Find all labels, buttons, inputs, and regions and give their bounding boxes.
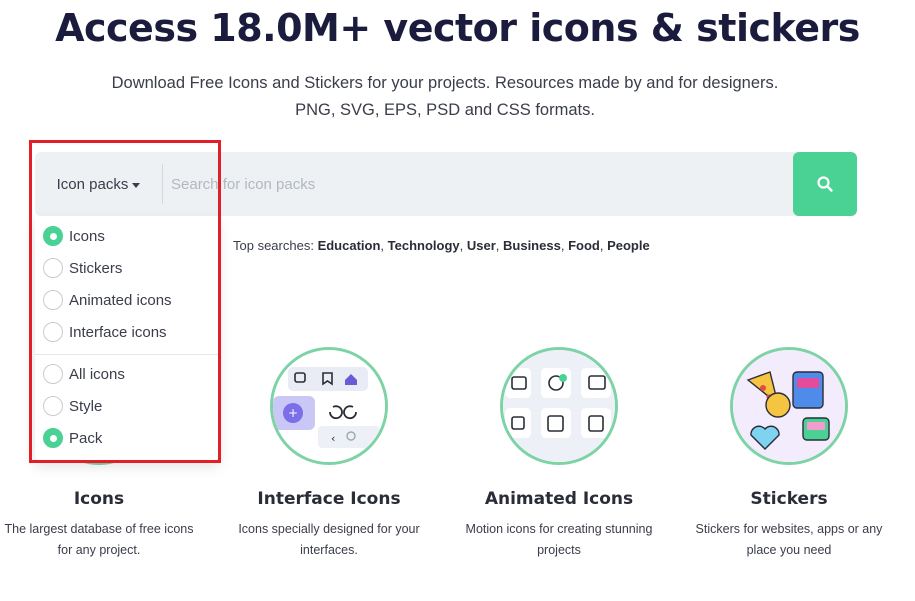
category-title-animated-icons[interactable]: Animated Icons: [444, 489, 674, 509]
top-search-link[interactable]: People: [607, 238, 650, 253]
radio-icon: [43, 396, 63, 416]
svg-text:‹: ‹: [331, 432, 335, 445]
radio-icon: [43, 322, 63, 342]
category-title-interface-icons[interactable]: Interface Icons: [214, 489, 444, 509]
interface-icons-card-image[interactable]: + ‹: [270, 347, 388, 465]
option-label: Stickers: [69, 259, 123, 277]
page-title: Access 18.0M+ vector icons & stickers: [55, 6, 860, 50]
svg-text:+: +: [288, 406, 298, 420]
top-search-link[interactable]: User: [467, 238, 496, 253]
desc-line: Stickers for websites, apps or any: [695, 522, 883, 536]
option-pack[interactable]: Pack: [43, 424, 102, 452]
search-bar: Icon packs: [35, 152, 857, 216]
desc-line: projects: [537, 543, 581, 557]
radio-icon: [43, 258, 63, 278]
subtitle-line-2: PNG, SVG, EPS, PSD and CSS formats.: [295, 101, 595, 119]
option-animated-icons[interactable]: Animated icons: [43, 286, 172, 314]
category-desc-stickers: Stickers for websites, apps or any place…: [684, 519, 894, 561]
option-stickers[interactable]: Stickers: [43, 254, 122, 282]
option-icons[interactable]: Icons: [43, 222, 105, 250]
resource-type-label: Icon packs: [56, 175, 129, 193]
option-label: Pack: [69, 429, 103, 447]
option-label: Icons: [69, 227, 105, 245]
option-label: Interface icons: [69, 323, 167, 341]
top-searches: Top searches: Education, Technology, Use…: [233, 238, 650, 253]
desc-line: The largest database of free icons: [4, 522, 194, 536]
search-divider: [162, 164, 163, 204]
option-label: All icons: [69, 365, 125, 383]
resource-type-dropdown: Icons Stickers Animated icons Interface …: [35, 216, 219, 460]
desc-line: for any project.: [57, 543, 141, 557]
subtitle-line-1: Download Free Icons and Stickers for you…: [111, 74, 779, 92]
desc-line: Icons specially designed for your: [238, 522, 420, 536]
stickers-card-image[interactable]: [730, 347, 848, 465]
top-search-link[interactable]: Business: [503, 238, 561, 253]
category-title-icons[interactable]: Icons: [0, 489, 214, 509]
option-style[interactable]: Style: [43, 392, 102, 420]
desc-line: place you need: [746, 543, 832, 557]
top-search-link[interactable]: Technology: [388, 238, 460, 253]
top-searches-label: Top searches:: [233, 238, 314, 253]
radio-selected-icon: [43, 226, 63, 246]
top-search-link[interactable]: Education: [318, 238, 381, 253]
radio-icon: [43, 290, 63, 310]
category-title-stickers[interactable]: Stickers: [674, 489, 904, 509]
desc-line: interfaces.: [300, 543, 358, 557]
resource-type-selector[interactable]: Icon packs: [35, 152, 162, 216]
search-button[interactable]: [793, 152, 857, 216]
page-subtitle: Download Free Icons and Stickers for you…: [0, 70, 890, 124]
radio-icon: [43, 364, 63, 384]
search-icon: [817, 176, 833, 192]
radio-selected-icon: [43, 428, 63, 448]
option-interface-icons[interactable]: Interface icons: [43, 318, 167, 346]
top-search-link[interactable]: Food: [568, 238, 600, 253]
search-input[interactable]: [171, 152, 791, 216]
option-all-icons[interactable]: All icons: [43, 360, 125, 388]
caret-down-icon: [132, 182, 141, 188]
dropdown-divider: [35, 354, 219, 355]
desc-line: Motion icons for creating stunning: [465, 522, 653, 536]
category-desc-interface-icons: Icons specially designed for your interf…: [224, 519, 434, 561]
option-label: Style: [69, 397, 103, 415]
category-desc-icons: The largest database of free icons for a…: [0, 519, 204, 561]
option-label: Animated icons: [69, 291, 172, 309]
category-desc-animated-icons: Motion icons for creating stunning proje…: [454, 519, 664, 561]
animated-icons-card-image[interactable]: [500, 347, 618, 465]
